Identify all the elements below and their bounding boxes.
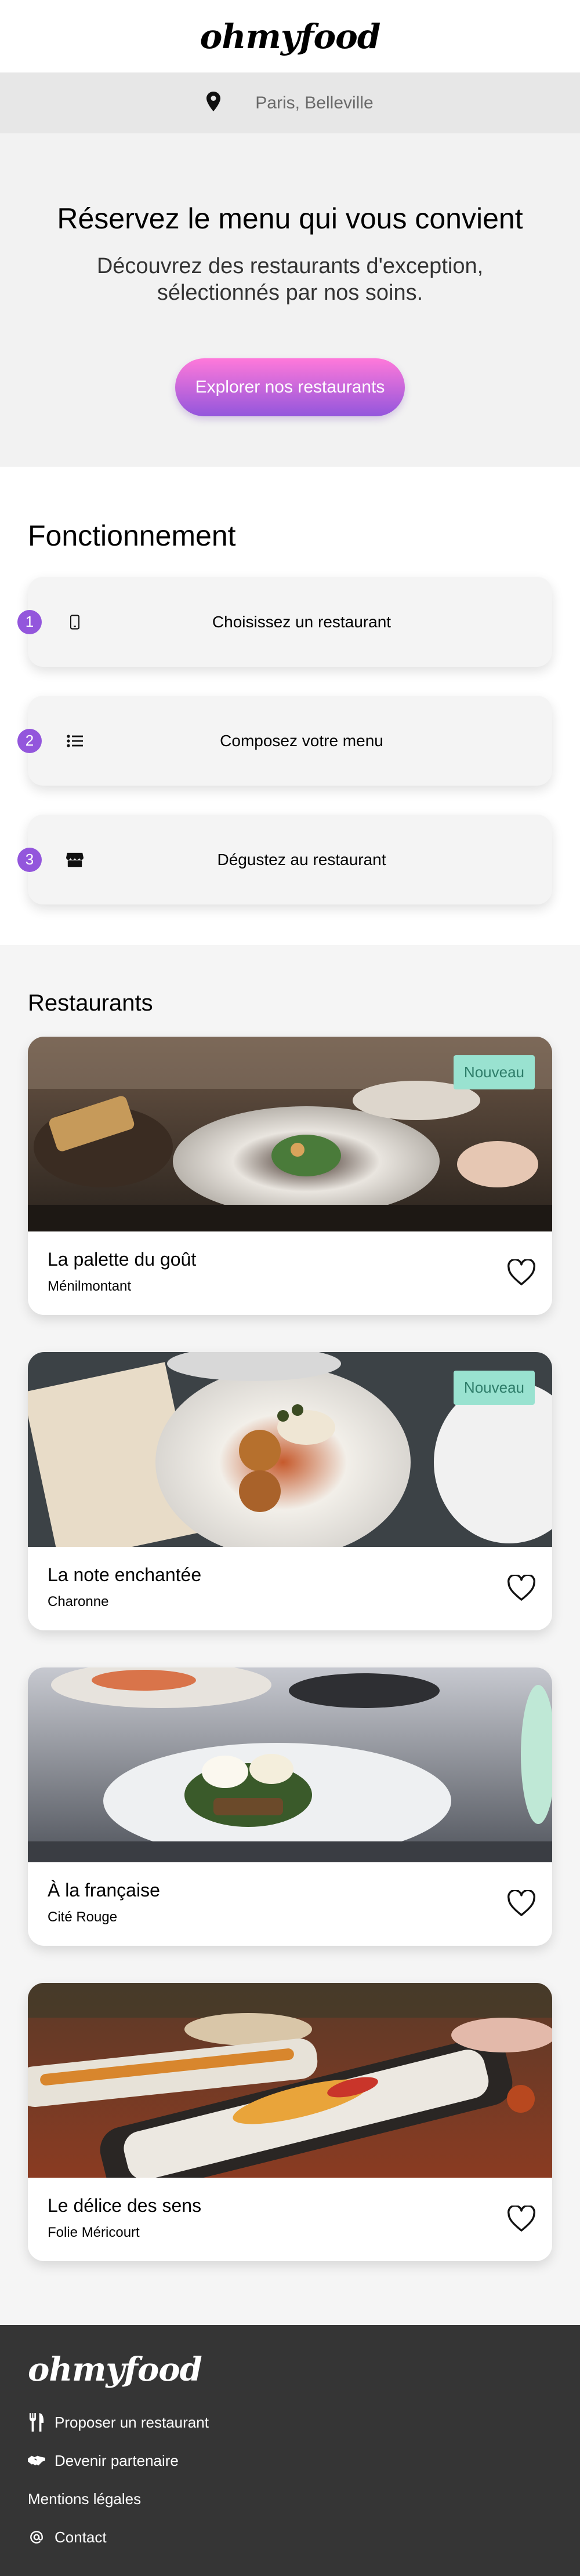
heart-icon[interactable] (507, 1890, 536, 1917)
footer-link-contact[interactable]: Contact (28, 2527, 552, 2548)
utensils-icon (28, 2413, 45, 2432)
footer-link-label: Devenir partenaire (55, 2451, 179, 2469)
restaurant-photo: Nouveau (28, 1037, 552, 1231)
restaurant-photo: Nouveau (28, 1352, 552, 1547)
hero-title: Réservez le menu qui vous convient (57, 202, 523, 235)
step-label: Composez votre menu (220, 731, 383, 750)
restaurant-card[interactable]: À la française Cité Rouge (28, 1667, 552, 1946)
footer-link-propose-restaurant[interactable]: Proposer un restaurant (28, 2412, 552, 2433)
mobile-phone-icon (66, 613, 84, 631)
location-bar: Paris, Belleville (0, 72, 580, 133)
new-badge: Nouveau (453, 1371, 535, 1405)
map-pin-icon (206, 92, 221, 114)
explore-restaurants-button[interactable]: Explorer nos restaurants (175, 358, 405, 416)
step-number: 3 (17, 847, 42, 872)
restaurant-area: Ménilmontant (48, 1278, 132, 1294)
store-icon (66, 851, 84, 869)
restaurant-photo (28, 1667, 552, 1862)
site-footer: ohmyfood Proposer un restaurant Devenir … (0, 2325, 580, 2576)
heart-icon[interactable] (507, 1259, 536, 1286)
hero-section: Réservez le menu qui vous convient Décou… (0, 133, 580, 467)
restaurant-info: La palette du goût Ménilmontant (28, 1231, 552, 1315)
step-label: Dégustez au restaurant (217, 850, 386, 869)
step-number: 2 (17, 728, 42, 753)
handshake-icon (28, 2452, 45, 2469)
location-text: Paris, Belleville (255, 93, 374, 112)
restaurant-name: À la française (48, 1880, 160, 1901)
restaurant-area: Cité Rouge (48, 1909, 118, 1925)
list-icon (66, 732, 84, 750)
footer-link-label: Contact (55, 2528, 107, 2546)
footer-links: Proposer un restaurant Devenir partenair… (28, 2412, 552, 2548)
footer-logo[interactable]: ohmyfood (28, 2350, 552, 2389)
restaurant-name: La note enchantée (48, 1564, 202, 1585)
heart-icon[interactable] (507, 2206, 536, 2232)
restaurant-info: Le délice des sens Folie Méricourt (28, 2178, 552, 2261)
step-label: Choisissez un restaurant (212, 612, 392, 631)
footer-link-become-partner[interactable]: Devenir partenaire (28, 2450, 552, 2471)
step-number: 1 (17, 609, 42, 634)
site-header: ohmyfood (0, 0, 580, 72)
footer-link-label: Proposer un restaurant (55, 2413, 209, 2431)
restaurant-area: Charonne (48, 1594, 109, 1609)
footer-link-legal-notices[interactable]: Mentions légales (28, 2488, 552, 2509)
how-title: Fonctionnement (28, 519, 236, 552)
restaurant-area: Folie Méricourt (48, 2225, 140, 2240)
restaurant-name: La palette du goût (48, 1249, 197, 1270)
step-choose-restaurant: 1 Choisissez un restaurant (17, 577, 552, 667)
restaurant-name: Le délice des sens (48, 2195, 202, 2216)
new-badge: Nouveau (453, 1055, 535, 1089)
restaurant-card[interactable]: Le délice des sens Folie Méricourt (28, 1983, 552, 2261)
step-enjoy-restaurant: 3 Dégustez au restaurant (17, 815, 552, 904)
restaurant-info: La note enchantée Charonne (28, 1547, 552, 1630)
at-icon (28, 2528, 45, 2546)
restaurants-section: Restaurants Nouveau La palette du goût M… (0, 945, 580, 2325)
footer-link-label: Mentions légales (28, 2490, 142, 2508)
restaurants-title: Restaurants (28, 990, 153, 1016)
step-compose-menu: 2 Composez votre menu (17, 696, 552, 786)
site-logo[interactable]: ohmyfood (200, 17, 381, 56)
restaurant-card[interactable]: Nouveau La note enchantée Charonne (28, 1352, 552, 1630)
how-it-works-section: Fonctionnement 1 Choisissez un restauran… (0, 467, 580, 945)
heart-icon[interactable] (507, 1575, 536, 1601)
hero-subtitle: Découvrez des restaurants d'exception, s… (96, 254, 484, 305)
restaurant-info: À la française Cité Rouge (28, 1862, 552, 1946)
restaurant-card[interactable]: Nouveau La palette du goût Ménilmontant (28, 1037, 552, 1315)
restaurant-photo (28, 1983, 552, 2178)
